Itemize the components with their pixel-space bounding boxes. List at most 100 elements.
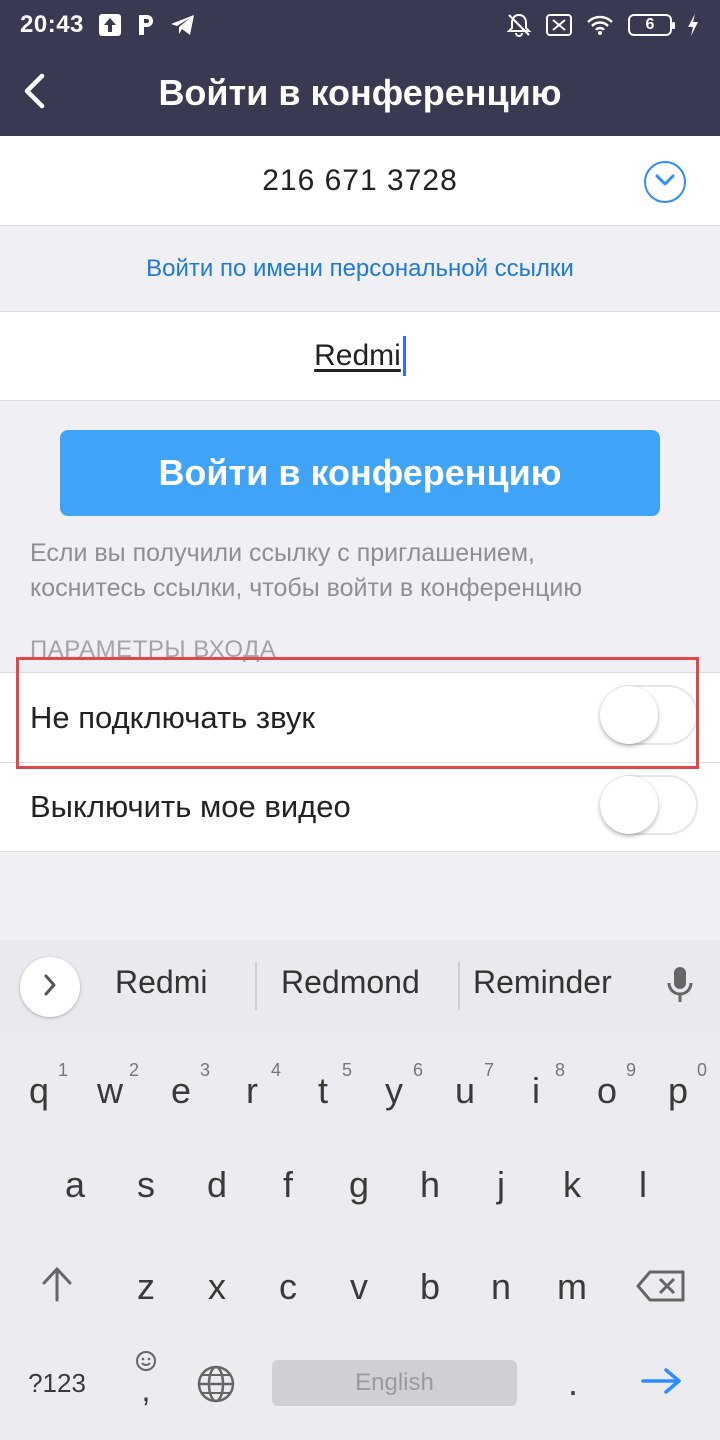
backspace-key[interactable] bbox=[630, 1244, 702, 1324]
battery-icon: 6 bbox=[628, 14, 675, 36]
key-label: f bbox=[282, 1164, 293, 1205]
option-row-video-off[interactable]: Выключить мое видео bbox=[0, 762, 720, 852]
key-l[interactable]: l bbox=[608, 1142, 678, 1222]
back-button[interactable] bbox=[14, 68, 54, 118]
toggle-knob bbox=[600, 776, 658, 834]
key-d[interactable]: d bbox=[182, 1142, 252, 1222]
text-caret bbox=[402, 336, 406, 376]
header: Войти в конференцию bbox=[0, 50, 720, 136]
key-w[interactable]: 2w bbox=[75, 1046, 145, 1126]
key-k[interactable]: k bbox=[537, 1142, 607, 1222]
key-label: w bbox=[97, 1070, 123, 1111]
chevron-left-icon bbox=[22, 73, 46, 114]
page-title: Войти в конференцию bbox=[158, 72, 562, 113]
join-meeting-button[interactable]: Войти в конференцию bbox=[60, 430, 660, 516]
key-p[interactable]: 0p bbox=[643, 1046, 713, 1126]
key-n[interactable]: n bbox=[466, 1244, 536, 1324]
microphone-icon bbox=[665, 965, 695, 1010]
status-right-icons: 6 bbox=[506, 12, 700, 38]
keyboard-expand-button[interactable] bbox=[20, 957, 80, 1017]
key-u[interactable]: 7u bbox=[430, 1046, 500, 1126]
personal-link-row: Войти по имени персональной ссылки bbox=[0, 226, 720, 312]
key-label: b bbox=[419, 1266, 441, 1307]
key-label: , bbox=[141, 1372, 151, 1408]
key-f[interactable]: f bbox=[253, 1142, 323, 1222]
key-label: i bbox=[532, 1070, 540, 1111]
key-label: q bbox=[28, 1070, 50, 1111]
key-v[interactable]: v bbox=[324, 1244, 394, 1324]
period-key[interactable]: . bbox=[548, 1352, 598, 1412]
key-label: l bbox=[639, 1164, 647, 1205]
chevron-down-icon bbox=[654, 173, 676, 192]
p-app-icon bbox=[136, 13, 156, 37]
shift-arrow-icon bbox=[40, 1266, 74, 1307]
key-m[interactable]: m bbox=[537, 1244, 607, 1324]
wifi-icon bbox=[586, 14, 614, 36]
emoji-comma-key[interactable]: , bbox=[120, 1346, 172, 1416]
key-label: a bbox=[64, 1164, 86, 1205]
key-label: t bbox=[317, 1070, 328, 1111]
key-b[interactable]: b bbox=[395, 1244, 465, 1324]
key-z[interactable]: z bbox=[111, 1244, 181, 1324]
language-key[interactable] bbox=[190, 1354, 242, 1414]
key-label: h bbox=[419, 1164, 441, 1205]
key-a[interactable]: a bbox=[40, 1142, 110, 1222]
symbols-key[interactable]: ?123 bbox=[14, 1352, 100, 1416]
enter-key[interactable] bbox=[630, 1352, 702, 1412]
invite-link-hint: Если вы получили ссылку с приглашением, … bbox=[30, 536, 690, 606]
shift-key[interactable] bbox=[20, 1244, 92, 1324]
key-t[interactable]: 5t bbox=[288, 1046, 358, 1126]
key-label: u bbox=[454, 1070, 476, 1111]
key-label: ?123 bbox=[28, 1368, 86, 1398]
key-r[interactable]: 4r bbox=[217, 1046, 287, 1126]
key-q[interactable]: 1q bbox=[4, 1046, 74, 1126]
meeting-id-input[interactable]: 216 671 3728 bbox=[262, 164, 458, 198]
hint-line-1: Если вы получили ссылку с приглашением, bbox=[30, 539, 535, 567]
name-field-row[interactable]: Redmi bbox=[0, 311, 720, 401]
key-e[interactable]: 3e bbox=[146, 1046, 216, 1126]
key-label: y bbox=[385, 1070, 403, 1111]
suggestion-3[interactable]: Reminder bbox=[473, 964, 612, 1001]
suggestion-divider bbox=[458, 962, 460, 1010]
arrow-right-icon bbox=[640, 1366, 684, 1401]
suggestion-1[interactable]: Redmi bbox=[115, 964, 207, 1001]
key-c[interactable]: c bbox=[253, 1244, 323, 1324]
telegram-icon bbox=[170, 14, 196, 36]
join-by-personal-link[interactable]: Войти по имени персональной ссылки bbox=[146, 255, 574, 283]
option-label-video-off: Выключить мое видео bbox=[30, 789, 351, 824]
keyboard: 1q 2w 3e 4r 5t 6y 7u 8i 9o 0p a s d f g … bbox=[0, 1032, 720, 1440]
suggestion-divider bbox=[255, 962, 257, 1010]
screen-name-input[interactable]: Redmi bbox=[314, 339, 401, 373]
key-y[interactable]: 6y bbox=[359, 1046, 429, 1126]
key-j[interactable]: j bbox=[466, 1142, 536, 1222]
sim-off-icon bbox=[546, 14, 572, 36]
top-bar: 20:43 6 Войти в конференцию bbox=[0, 0, 720, 136]
key-i[interactable]: 8i bbox=[501, 1046, 571, 1126]
meeting-id-row[interactable]: 216 671 3728 bbox=[0, 136, 720, 226]
key-g[interactable]: g bbox=[324, 1142, 394, 1222]
key-o[interactable]: 9o bbox=[572, 1046, 642, 1126]
key-x[interactable]: x bbox=[182, 1244, 252, 1324]
key-h[interactable]: h bbox=[395, 1142, 465, 1222]
hint-line-2: коснитесь ссылки, чтобы войти в конферен… bbox=[30, 574, 583, 602]
key-label: m bbox=[557, 1266, 587, 1307]
status-left-icons bbox=[98, 13, 196, 37]
status-bar: 20:43 6 bbox=[0, 0, 720, 50]
voice-input-button[interactable] bbox=[660, 962, 700, 1012]
toggle-video-off[interactable] bbox=[600, 775, 698, 835]
meeting-history-dropdown-button[interactable] bbox=[644, 161, 686, 203]
mute-icon bbox=[506, 12, 532, 38]
key-label: v bbox=[350, 1266, 368, 1307]
key-label: r bbox=[246, 1070, 258, 1111]
suggestion-2[interactable]: Redmond bbox=[281, 964, 420, 1001]
status-time: 20:43 bbox=[20, 11, 84, 38]
key-label: o bbox=[596, 1070, 618, 1111]
key-label: k bbox=[563, 1164, 581, 1205]
key-label: d bbox=[206, 1164, 228, 1205]
backspace-icon bbox=[636, 1270, 686, 1307]
key-label: n bbox=[490, 1266, 512, 1307]
key-s[interactable]: s bbox=[111, 1142, 181, 1222]
key-label: . bbox=[567, 1362, 578, 1403]
key-label: g bbox=[348, 1164, 370, 1205]
space-key[interactable]: English bbox=[272, 1360, 517, 1406]
